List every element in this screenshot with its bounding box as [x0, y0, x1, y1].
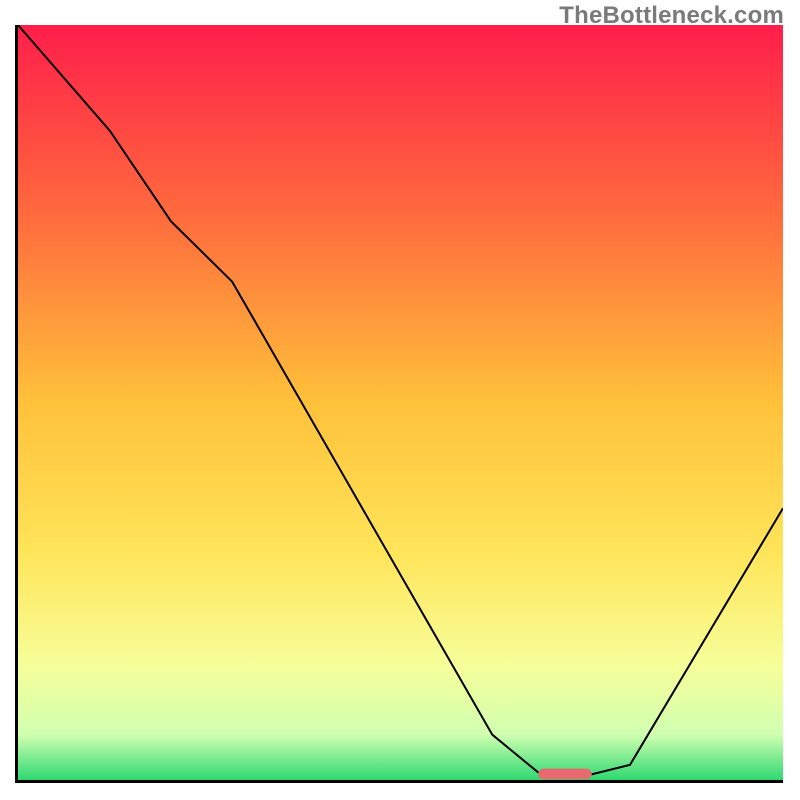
optimal-marker: [538, 769, 592, 780]
gradient-background: [18, 25, 783, 780]
chart-frame: TheBottleneck.com: [0, 0, 800, 800]
plot-area: [15, 25, 783, 783]
plot-svg: [18, 25, 783, 780]
